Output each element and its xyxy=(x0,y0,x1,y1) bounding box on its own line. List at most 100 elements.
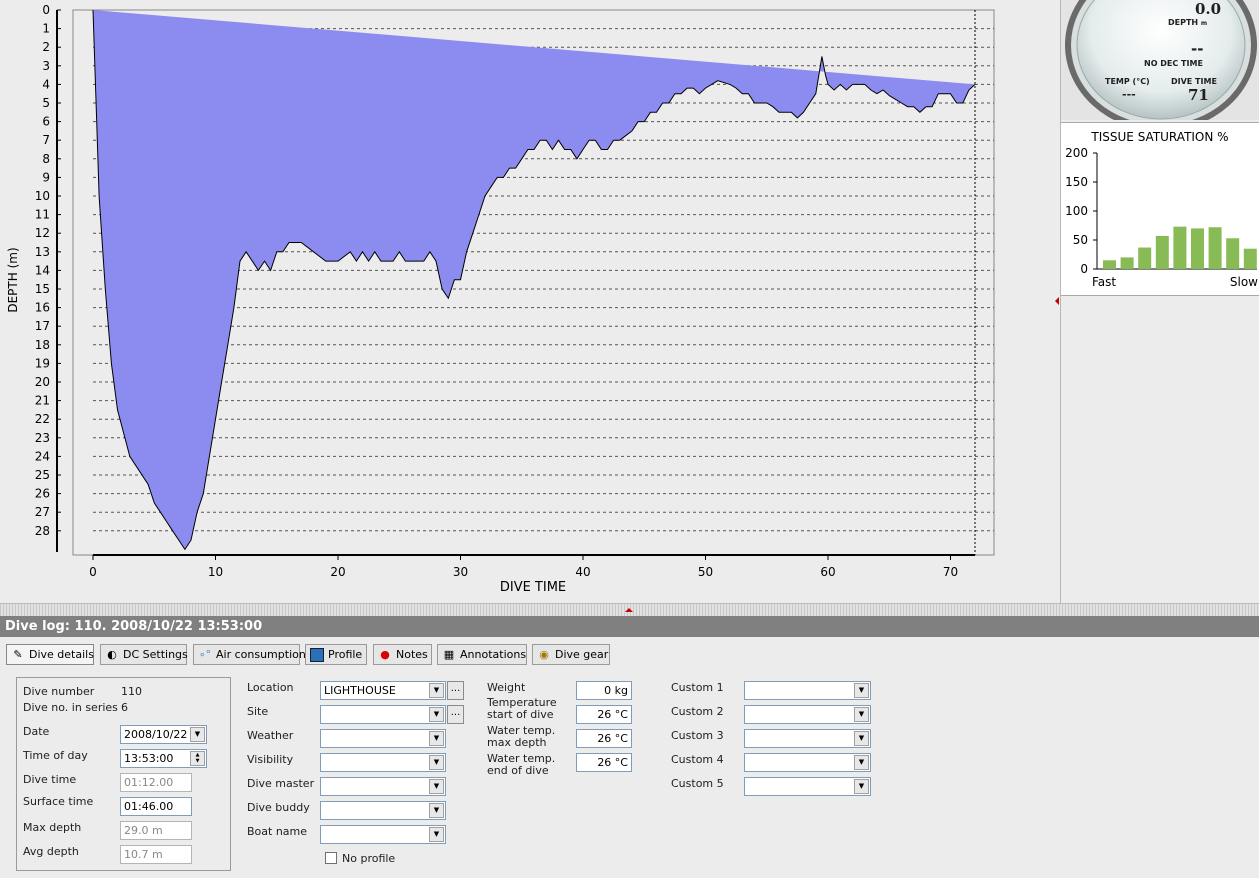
custom5-select[interactable]: ▼ xyxy=(744,777,871,796)
boat-name-select[interactable]: ▼ xyxy=(320,825,446,844)
dive-series-label: Dive no. in series xyxy=(23,701,118,714)
chevron-down-icon[interactable]: ▼ xyxy=(854,731,869,746)
y-tick-label: 13 xyxy=(35,245,50,259)
chevron-down-icon[interactable]: ▼ xyxy=(190,727,205,742)
tissue-bar xyxy=(1243,248,1257,269)
film-icon: ▦ xyxy=(443,648,455,661)
site-label: Site xyxy=(247,705,269,718)
chevron-down-icon[interactable]: ▼ xyxy=(854,755,869,770)
y-tick-label: 21 xyxy=(35,394,50,408)
tab-air-consumption[interactable]: ∘° Air consumption xyxy=(193,644,306,665)
chevron-down-icon[interactable]: ▼ xyxy=(429,755,444,770)
tab-notes[interactable]: ● Notes xyxy=(373,644,432,665)
tab-label: Profile xyxy=(328,648,363,661)
site-select[interactable]: ▼ xyxy=(320,705,446,724)
chevron-down-icon[interactable]: ▼ xyxy=(429,731,444,746)
tissue-bar xyxy=(1103,260,1116,269)
chevron-down-icon[interactable]: ▼ xyxy=(854,779,869,794)
y-tick-label: 7 xyxy=(42,133,50,147)
profile-icon xyxy=(310,648,324,662)
location-browse-button[interactable]: ... xyxy=(447,681,464,700)
custom5-label: Custom 5 xyxy=(671,777,724,790)
gauge-temp-value: --- xyxy=(1122,88,1136,101)
temp-end-field[interactable]: 26 °C xyxy=(576,753,632,772)
custom2-label: Custom 2 xyxy=(671,705,724,718)
collapse-arrow-icon[interactable] xyxy=(1055,297,1059,305)
weight-field[interactable]: 0 kg xyxy=(576,681,632,700)
site-browse-button[interactable]: ... xyxy=(447,705,464,724)
no-profile-checkbox[interactable] xyxy=(325,852,337,864)
temp-max-field[interactable]: 26 °C xyxy=(576,729,632,748)
chevron-down-icon[interactable]: ▼ xyxy=(854,683,869,698)
y-tick-label: 15 xyxy=(35,282,50,296)
y-tick-label: 5 xyxy=(42,96,50,110)
gauge-depth-value: 0.0 xyxy=(1195,0,1222,18)
custom4-select[interactable]: ▼ xyxy=(744,753,871,772)
x-tick-label: 70 xyxy=(943,565,958,579)
dive-time-label: Dive time xyxy=(23,773,77,786)
dive-buddy-label: Dive buddy xyxy=(247,801,310,814)
temp-start-label: Temperature start of dive xyxy=(487,696,557,721)
y-tick-label: 2 xyxy=(42,40,50,54)
weather-label: Weather xyxy=(247,729,294,742)
surface-time-field[interactable]: 01:46.00 xyxy=(120,797,192,816)
chevron-down-icon[interactable]: ▼ xyxy=(429,803,444,818)
tissue-y-tick-label: 0 xyxy=(1080,262,1088,276)
custom1-label: Custom 1 xyxy=(671,681,724,694)
dive-log-header: Dive log: 110. 2008/10/22 13:53:00 xyxy=(0,616,1259,637)
dive-computer-gauge: 0.0 DEPTH m -- NO DEC TIME TEMP (°C) ---… xyxy=(1061,0,1259,120)
chevron-down-icon[interactable]: ▼ xyxy=(429,683,444,698)
max-depth-field: 29.0 m xyxy=(120,821,192,840)
dive-profile-chart[interactable]: 0 1 2 3 4 5 6 7 8 9 10 11 12 13 14 15 16 17 18 19 20 21 22 23 24… xyxy=(0,0,1059,603)
dive-buddy-select[interactable]: ▼ xyxy=(320,801,446,820)
y-tick-label: 6 xyxy=(42,115,50,129)
custom3-label: Custom 3 xyxy=(671,729,724,742)
y-tick-label: 26 xyxy=(35,487,50,501)
y-tick-label: 3 xyxy=(42,59,50,73)
tab-dive-details[interactable]: ✎ Dive details xyxy=(6,644,94,665)
x-tick-label: 10 xyxy=(208,565,223,579)
location-label: Location xyxy=(247,681,294,694)
time-of-day-spinner[interactable]: 13:53:00 ▲ ▼ xyxy=(120,749,207,768)
no-profile-label: No profile xyxy=(342,852,396,865)
spin-down-icon[interactable]: ▼ xyxy=(191,758,204,764)
y-tick-label: 18 xyxy=(35,338,50,352)
dive-master-select[interactable]: ▼ xyxy=(320,777,446,796)
chevron-down-icon[interactable]: ▼ xyxy=(429,779,444,794)
tab-profile[interactable]: Profile xyxy=(305,644,367,665)
profile-svg[interactable]: 0123456789101112131415161718192021222324… xyxy=(0,0,1059,603)
panel-splitter[interactable] xyxy=(0,603,1259,616)
time-of-day-label: Time of day xyxy=(23,749,88,762)
weather-select[interactable]: ▼ xyxy=(320,729,446,748)
dive-time-field: 01:12.00 xyxy=(120,773,192,792)
location-select[interactable]: LIGHTHOUSE ▼ xyxy=(320,681,446,700)
y-tick-label: 11 xyxy=(35,208,50,222)
custom3-select[interactable]: ▼ xyxy=(744,729,871,748)
tab-label: Notes xyxy=(396,648,428,661)
y-tick-label: 25 xyxy=(35,468,50,482)
gauge-depth-label: DEPTH m xyxy=(1168,18,1208,27)
chevron-down-icon[interactable]: ▼ xyxy=(854,707,869,722)
tissue-bar xyxy=(1138,247,1152,269)
splitter-arrow-icon[interactable] xyxy=(625,608,633,612)
tab-annotations[interactable]: ▦ Annotations xyxy=(437,644,527,665)
chevron-down-icon[interactable]: ▼ xyxy=(429,707,444,722)
y-tick-label: 16 xyxy=(35,301,50,315)
y-tick-label: 10 xyxy=(35,189,50,203)
custom2-select[interactable]: ▼ xyxy=(744,705,871,724)
spinner-buttons[interactable]: ▲ ▼ xyxy=(190,751,205,766)
visibility-select[interactable]: ▼ xyxy=(320,753,446,772)
location-value: LIGHTHOUSE xyxy=(324,684,396,697)
y-tick-label: 4 xyxy=(42,77,50,91)
tab-dive-gear[interactable]: ◉ Dive gear xyxy=(532,644,610,665)
bubbles-icon: ∘° xyxy=(198,648,212,661)
chevron-down-icon[interactable]: ▼ xyxy=(429,827,444,842)
y-tick-label: 24 xyxy=(35,449,50,463)
y-axis-label: DEPTH (m) xyxy=(6,247,20,312)
temp-start-field[interactable]: 26 °C xyxy=(576,705,632,724)
tab-dc-settings[interactable]: ◐ DC Settings xyxy=(100,644,188,665)
date-picker[interactable]: 2008/10/22 ▼ xyxy=(120,725,207,744)
temp-max-label: Water temp. max depth xyxy=(487,724,556,749)
tab-label: Dive details xyxy=(29,648,94,661)
custom1-select[interactable]: ▼ xyxy=(744,681,871,700)
